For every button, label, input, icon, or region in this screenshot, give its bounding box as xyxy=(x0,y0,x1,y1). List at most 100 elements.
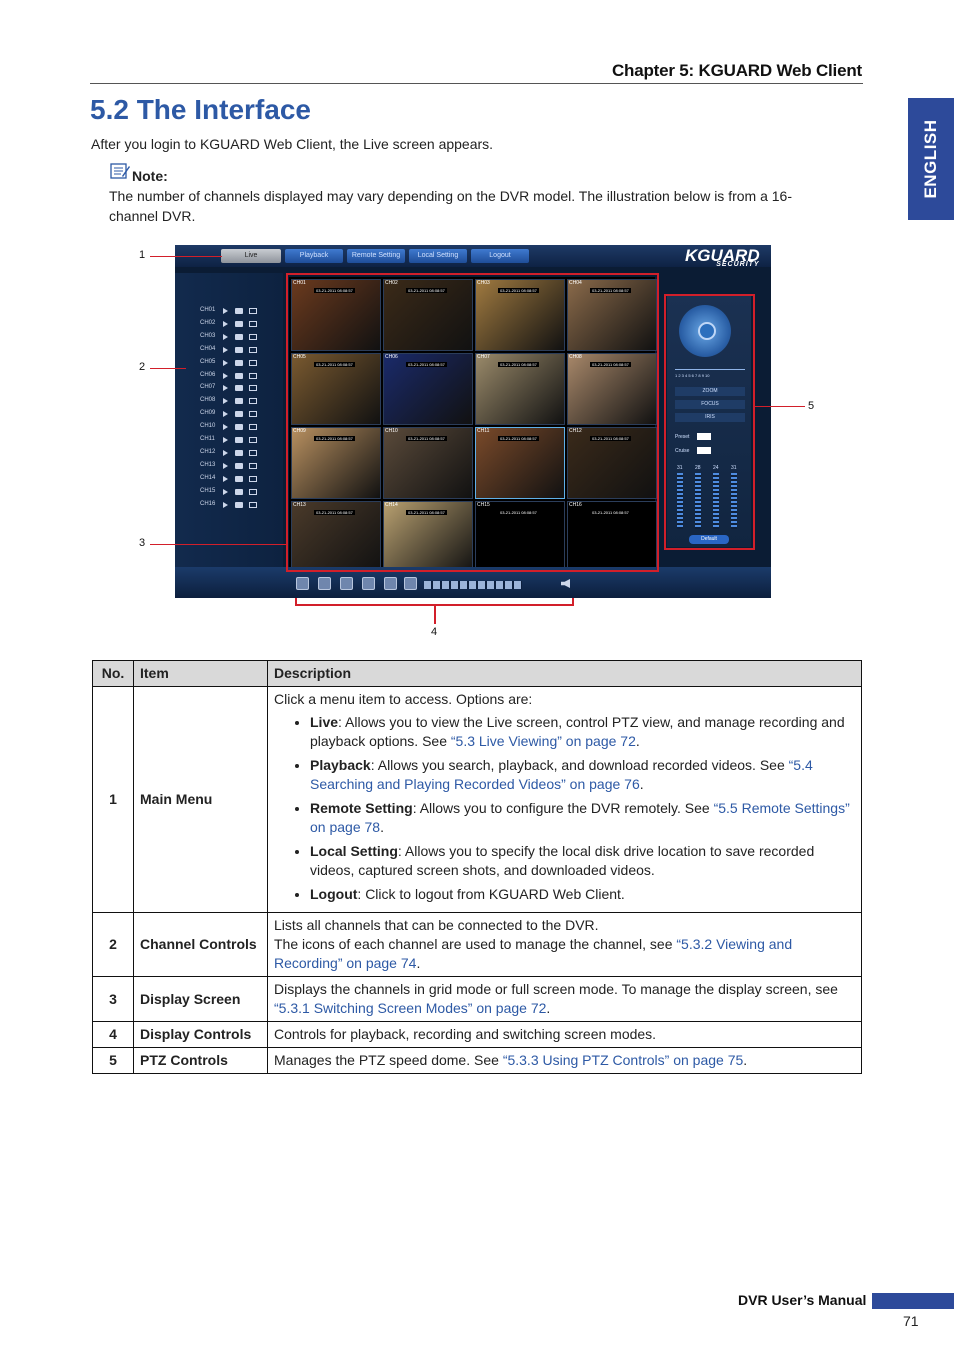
channel-row: CH08 xyxy=(200,397,270,407)
channel-label: CH04 xyxy=(200,345,216,352)
snapshot-icon[interactable] xyxy=(249,320,257,327)
table-header-row: No. Item Description xyxy=(92,660,862,687)
snapshot-icon[interactable] xyxy=(249,385,257,392)
callout-3-line xyxy=(150,544,287,545)
row-item: Display Controls xyxy=(133,1021,268,1048)
row-text: Manages the PTZ speed dome. See xyxy=(274,1052,503,1068)
record-icon[interactable] xyxy=(235,320,243,327)
option-term: Logout xyxy=(310,886,358,902)
ctl-record-icon[interactable] xyxy=(318,577,331,590)
ctl-close-icon[interactable] xyxy=(404,577,417,590)
ctl-refresh-icon[interactable] xyxy=(362,577,375,590)
snapshot-icon[interactable] xyxy=(249,411,257,418)
live-view-icon[interactable] xyxy=(223,359,228,366)
channel-label: CH01 xyxy=(200,307,216,313)
table-row: 3 Display Screen Displays the channels i… xyxy=(92,976,862,1022)
header-item: Item xyxy=(133,660,268,687)
snapshot-icon[interactable] xyxy=(249,346,257,353)
menu-playback[interactable]: Playback xyxy=(285,249,343,263)
snapshot-icon[interactable] xyxy=(249,475,257,482)
option-end: . xyxy=(635,733,640,749)
option-term: Remote Setting xyxy=(310,800,413,816)
record-icon[interactable] xyxy=(235,372,243,379)
record-icon[interactable] xyxy=(235,437,243,443)
menu-live[interactable]: Live xyxy=(221,249,281,263)
ctl-playback-icon[interactable] xyxy=(340,577,353,590)
snapshot-icon[interactable] xyxy=(249,437,257,443)
record-icon[interactable] xyxy=(235,308,243,314)
channel-row: CH09 xyxy=(200,410,270,420)
channel-row: CH11 xyxy=(200,436,270,446)
record-icon[interactable] xyxy=(235,346,243,353)
row-link[interactable]: “5.3.1 Switching Screen Modes” on page 7… xyxy=(274,1000,546,1016)
channel-row: CH06 xyxy=(200,372,270,382)
callout-4-line xyxy=(434,606,436,624)
record-icon[interactable] xyxy=(235,359,243,366)
menu-remote-setting[interactable]: Remote Setting xyxy=(347,249,405,263)
snapshot-icon[interactable] xyxy=(249,488,257,495)
channel-row: CH16 xyxy=(200,501,270,511)
live-view-icon[interactable] xyxy=(223,449,228,456)
snapshot-icon[interactable] xyxy=(249,501,257,508)
layout-mode-icons[interactable] xyxy=(424,581,522,589)
record-icon[interactable] xyxy=(235,475,243,482)
footer-manual-title: DVR User’s Manual xyxy=(738,1292,867,1308)
snapshot-icon[interactable] xyxy=(249,449,257,456)
live-view-icon[interactable] xyxy=(223,462,228,469)
row-intro: Click a menu item to access. Options are… xyxy=(274,691,533,707)
record-icon[interactable] xyxy=(235,488,243,495)
record-icon[interactable] xyxy=(235,398,243,405)
live-view-icon[interactable] xyxy=(223,385,228,392)
row-no: 4 xyxy=(92,1021,134,1048)
snapshot-icon[interactable] xyxy=(249,424,257,431)
ctl-fullscreen-icon[interactable] xyxy=(384,577,397,590)
live-view-icon[interactable] xyxy=(223,308,228,314)
snapshot-icon[interactable] xyxy=(249,398,257,405)
language-tab-label: ENGLISH xyxy=(921,119,940,199)
live-view-icon[interactable] xyxy=(223,411,228,418)
record-icon[interactable] xyxy=(235,424,243,431)
interface-table: No. Item Description 1 Main Menu Click a… xyxy=(92,660,862,1074)
row-end: . xyxy=(743,1052,748,1068)
live-view-icon[interactable] xyxy=(223,398,228,405)
live-view-icon[interactable] xyxy=(223,320,228,327)
snapshot-icon[interactable] xyxy=(249,359,257,366)
option-link[interactable]: “5.3 Live Viewing” on page 72 xyxy=(451,733,636,749)
ctl-snapshot-icon[interactable] xyxy=(296,577,309,590)
callout-3: 3 xyxy=(139,537,146,549)
live-view-icon[interactable] xyxy=(223,346,228,353)
record-icon[interactable] xyxy=(235,333,243,340)
snapshot-icon[interactable] xyxy=(249,333,257,340)
live-view-icon[interactable] xyxy=(223,488,228,495)
header-description: Description xyxy=(267,660,862,687)
live-view-icon[interactable] xyxy=(223,437,228,443)
menu-option-item: Live: Allows you to view the Live screen… xyxy=(310,713,855,751)
channel-label: CH13 xyxy=(200,461,216,468)
record-icon[interactable] xyxy=(235,462,243,469)
live-view-icon[interactable] xyxy=(223,501,228,508)
menu-local-setting[interactable]: Local Setting xyxy=(409,249,467,263)
live-view-icon[interactable] xyxy=(223,333,228,340)
record-icon[interactable] xyxy=(235,385,243,392)
note-icon xyxy=(110,163,130,179)
callout-2-line xyxy=(150,368,186,369)
row-text: Displays the channels in grid mode or fu… xyxy=(274,981,838,997)
snapshot-icon[interactable] xyxy=(249,462,257,469)
channel-row: CH13 xyxy=(200,462,270,472)
live-view-icon[interactable] xyxy=(223,424,228,431)
page-number: 71 xyxy=(903,1313,919,1329)
snapshot-icon[interactable] xyxy=(249,372,257,379)
record-icon[interactable] xyxy=(235,501,243,508)
channel-label: CH08 xyxy=(200,397,216,404)
row-end: . xyxy=(416,955,421,971)
menu-option-item: Local Setting: Allows you to specify the… xyxy=(310,842,855,880)
record-icon[interactable] xyxy=(235,411,243,418)
live-view-icon[interactable] xyxy=(223,475,228,482)
live-view-icon[interactable] xyxy=(223,372,228,379)
option-term: Playback xyxy=(310,757,371,773)
row-link[interactable]: “5.3.3 Using PTZ Controls” on page 75 xyxy=(503,1052,743,1068)
menu-logout[interactable]: Logout xyxy=(471,249,529,263)
record-icon[interactable] xyxy=(235,449,243,456)
snapshot-icon[interactable] xyxy=(249,308,257,314)
menu-option-item: Remote Setting: Allows you to configure … xyxy=(310,799,855,837)
